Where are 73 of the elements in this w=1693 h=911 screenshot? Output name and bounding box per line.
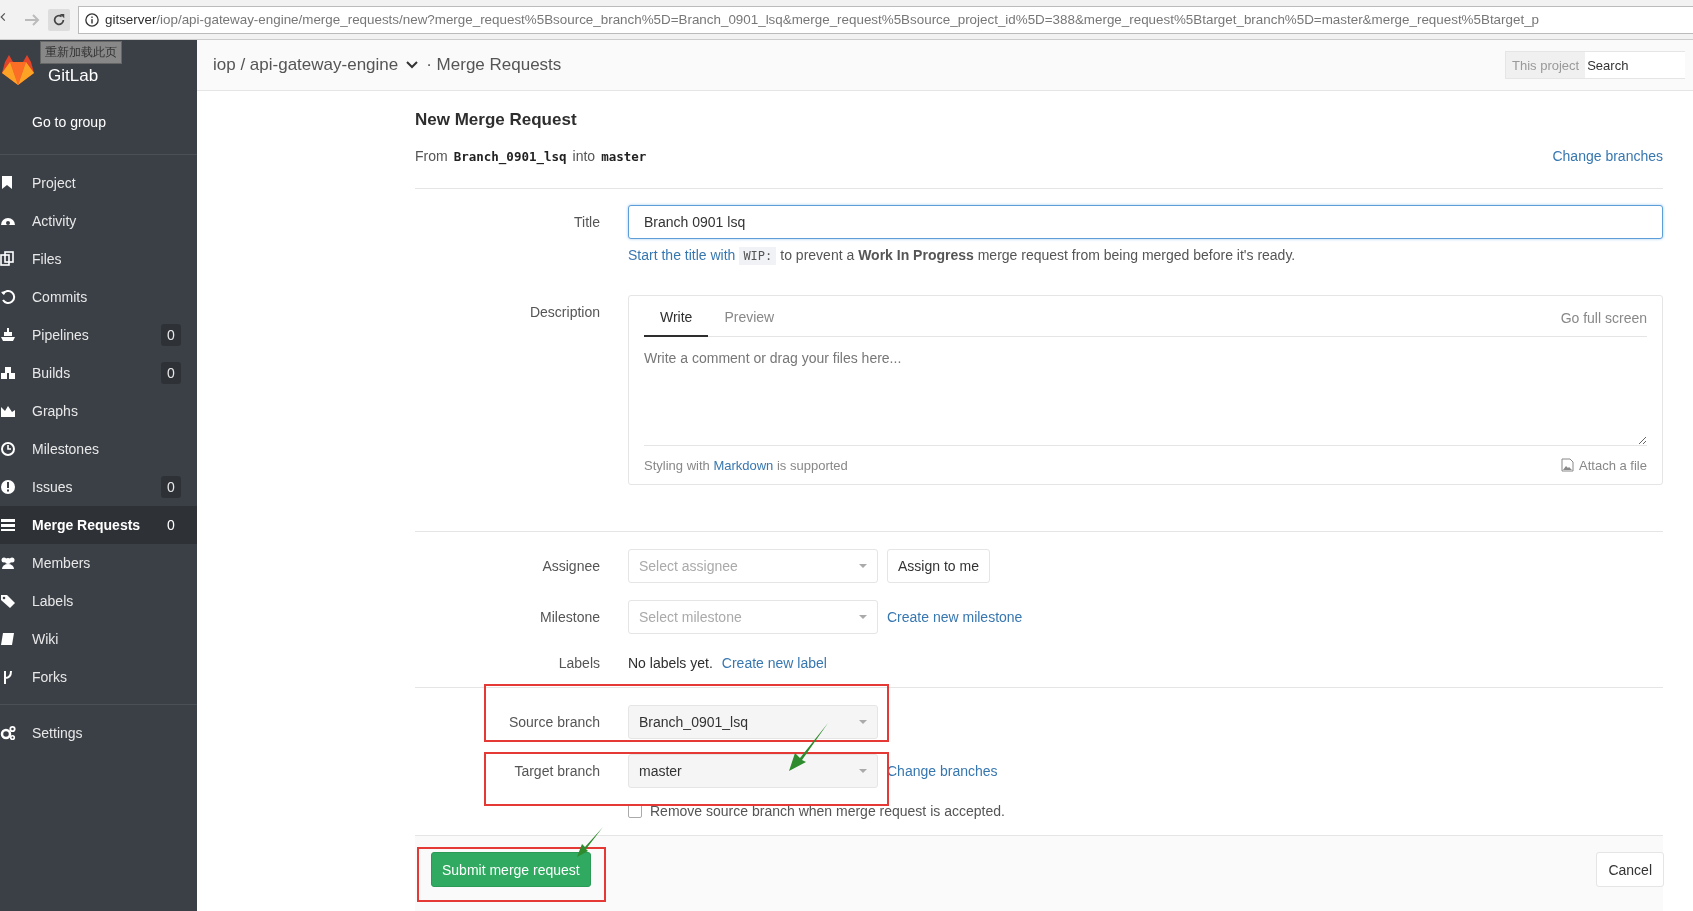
labels-label: Labels <box>557 655 600 671</box>
markdown-link[interactable]: Markdown <box>713 457 774 473</box>
hint-text: to prevent a Work In Progress merge request from being merged before it's ready. <box>780 247 1296 263</box>
target-branch-name: master <box>601 148 647 164</box>
title-input[interactable]: Branch 0901 lsq <box>628 205 1663 239</box>
list-icon <box>0 517 16 533</box>
source-branch-dropdown[interactable]: Branch_0901_lsq <box>628 705 878 739</box>
sidebar-item[interactable]: Merge Requests 0 <box>0 506 197 544</box>
logo-text: GitLab <box>48 66 99 86</box>
target-branch-label: Target branch <box>513 762 600 779</box>
sidebar-item[interactable]: Project <box>0 164 197 202</box>
cancel-button[interactable]: Cancel <box>1596 852 1664 887</box>
sidebar-item[interactable]: Issues 0 <box>0 468 197 506</box>
sidebar-item[interactable]: Members <box>0 544 197 582</box>
into-label: into <box>572 148 596 164</box>
from-label: From <box>415 148 448 164</box>
sidebar-item[interactable]: Files <box>0 240 197 278</box>
item-count: 0 <box>161 324 181 346</box>
sidebar-item[interactable]: Wiki <box>0 620 197 658</box>
change-branches-link[interactable]: Change branches <box>1552 148 1663 164</box>
assignee-label: Assignee <box>541 557 600 574</box>
info-icon <box>85 12 99 27</box>
markdown-hint: Styling with Markdown is supported <box>644 457 848 473</box>
chevron-down-icon[interactable] <box>406 61 419 69</box>
search-field[interactable]: Search <box>1585 51 1686 79</box>
create-milestone-link[interactable]: Create new milestone <box>887 609 1023 625</box>
go-to-group-link[interactable]: Go to group <box>32 114 106 130</box>
item-count: 0 <box>161 362 181 384</box>
sidebar-item[interactable]: Builds 0 <box>0 354 197 392</box>
editor-tab[interactable]: Preview <box>708 309 791 337</box>
source-branch-name: Branch_0901_lsq <box>453 148 567 164</box>
users-icon <box>0 555 16 571</box>
item-count: 0 <box>166 516 176 535</box>
create-label-link[interactable]: Create new label <box>721 655 827 671</box>
sidebar-item[interactable]: Labels <box>0 582 197 620</box>
image-file-icon <box>1561 458 1575 472</box>
files-icon <box>0 251 16 267</box>
fox-logo-icon[interactable] <box>0 54 36 86</box>
assign-to-me-button[interactable]: Assign to me <box>887 549 990 583</box>
change-branches-link[interactable]: Change branches <box>887 763 998 779</box>
form-heading: New Merge Request <box>415 110 578 131</box>
sidebar-item[interactable]: Settings <box>0 714 197 752</box>
sidebar-item[interactable]: Activity <box>0 202 197 240</box>
no-labels-text: No labels yet. <box>628 655 713 671</box>
sidebar-item[interactable]: Milestones <box>0 430 197 468</box>
sidebar-item[interactable]: Forks <box>0 658 197 696</box>
project-breadcrumb[interactable]: iop / api-gateway-engine <box>213 55 399 75</box>
book-icon <box>0 631 16 647</box>
target-branch-dropdown[interactable]: master <box>628 754 878 788</box>
reload-button[interactable] <box>48 8 70 31</box>
milestone-label: Milestone <box>539 608 600 625</box>
address-bar[interactable]: gitserver/iop/api-gateway-engine/merge_requests/new?merge_request%5Bsource_branch%5D=Branch_0901_lsq&merge_request%5Bsource_project_id%5D=388&merge_request%5Btarget_branch%5D=master&merge_request%5Btarget_p <box>78 5 1693 34</box>
sidebar-item[interactable]: Graphs <box>0 392 197 430</box>
wip-hint-link[interactable]: Start the title with <box>628 247 736 263</box>
title-label: Title <box>573 213 600 230</box>
item-count: 0 <box>161 476 181 498</box>
history-icon <box>0 289 16 305</box>
gears-icon <box>0 725 16 741</box>
attach-file-link[interactable]: Attach a file <box>1579 457 1647 473</box>
ship-icon <box>0 327 16 343</box>
source-branch-label: Source branch <box>507 713 600 730</box>
tooltip: 重新加载此页 <box>40 41 122 64</box>
page-title: · Merge Requests <box>426 55 563 75</box>
wip-code: WIP: <box>739 247 777 265</box>
clock-icon <box>0 441 16 457</box>
reload-icon <box>52 12 66 27</box>
cubes-icon <box>0 365 16 381</box>
sidebar-item[interactable]: Pipelines 0 <box>0 316 197 354</box>
fullscreen-link[interactable]: Go full screen <box>1560 310 1647 336</box>
checkbox-label[interactable]: Remove source branch when merge request is accepted. <box>650 803 1005 819</box>
sidebar-item[interactable]: Commits <box>0 278 197 316</box>
search-scope-label: This project <box>1505 51 1586 79</box>
description-label: Description <box>528 303 600 320</box>
